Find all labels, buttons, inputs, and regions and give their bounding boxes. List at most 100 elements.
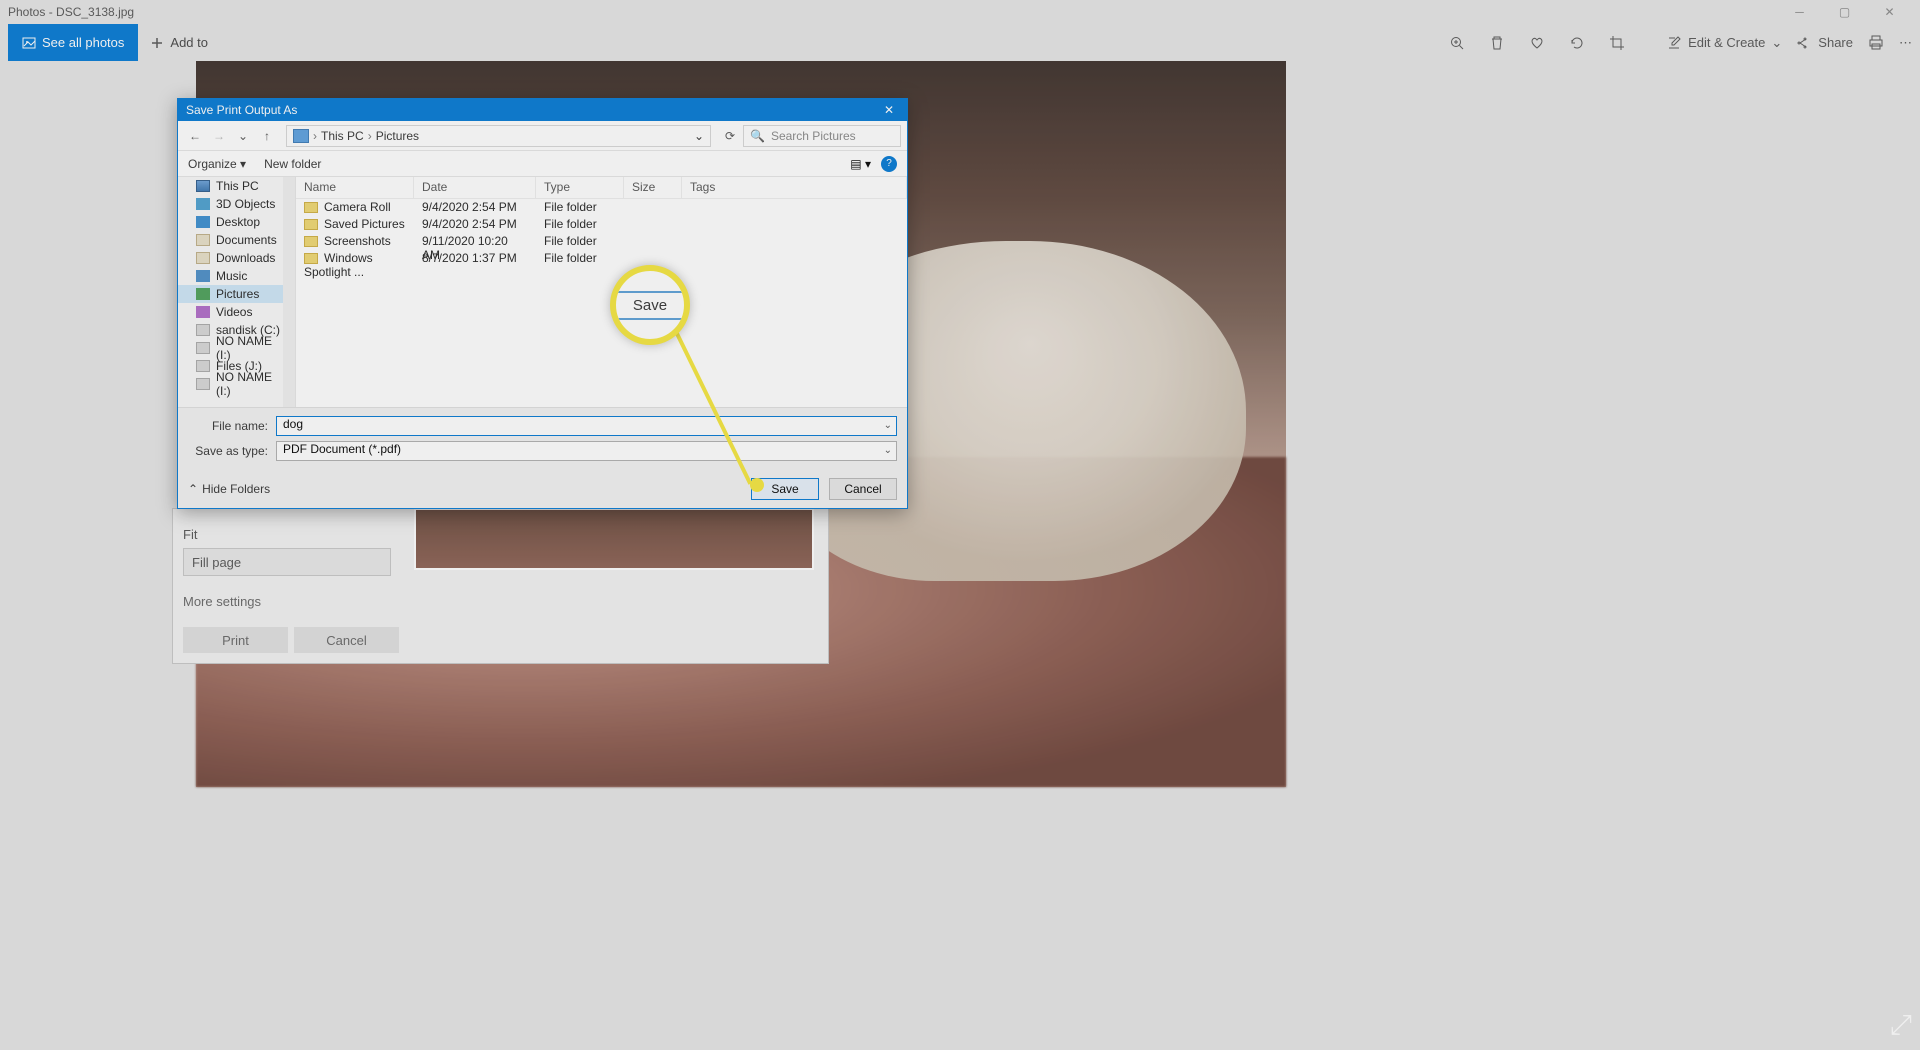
favorite-icon[interactable] <box>1528 34 1546 52</box>
delete-icon[interactable] <box>1488 34 1506 52</box>
crumb-root[interactable]: This PC <box>321 129 364 143</box>
tree-item-icon <box>196 180 210 192</box>
nav-back-icon[interactable]: ← <box>184 125 206 147</box>
tree-item-label: Videos <box>216 305 252 319</box>
print-cancel-button[interactable]: Cancel <box>294 627 399 653</box>
col-date[interactable]: Date <box>414 177 536 198</box>
file-name-input[interactable]: dog⌄ <box>276 416 897 436</box>
rotate-icon[interactable] <box>1568 34 1586 52</box>
tree-item-icon <box>196 360 210 372</box>
fit-select[interactable]: Fill page <box>183 548 391 576</box>
annotation-callout: Save <box>610 265 690 345</box>
hide-folders-button[interactable]: ⌃ Hide Folders <box>188 482 270 496</box>
folder-icon <box>304 253 318 264</box>
see-all-photos-button[interactable]: See all photos <box>8 24 138 61</box>
close-button[interactable]: ✕ <box>1867 0 1912 24</box>
tree-item[interactable]: Pictures <box>178 285 295 303</box>
refresh-icon[interactable]: ⟳ <box>719 125 741 147</box>
dialog-title: Save Print Output As <box>186 103 879 117</box>
table-row[interactable]: Windows Spotlight ...8/7/2020 1:37 PMFil… <box>296 250 907 267</box>
col-type[interactable]: Type <box>536 177 624 198</box>
plus-icon <box>150 36 164 50</box>
tree-item-label: Downloads <box>216 251 275 265</box>
folder-icon <box>304 219 318 230</box>
col-size[interactable]: Size <box>624 177 682 198</box>
nav-tree: This PC 3D Objects Desktop Documents Downloa… <box>178 177 296 407</box>
tree-item-label: Music <box>216 269 247 283</box>
file-list: Name Date Type Size Tags Camera Roll9/4/… <box>296 177 907 407</box>
file-name-label: File name: <box>188 419 276 433</box>
tree-item[interactable]: Videos <box>178 303 295 321</box>
tree-item[interactable]: Music <box>178 267 295 285</box>
tree-item-label: Documents <box>216 233 277 247</box>
tree-item[interactable]: NO NAME (I:) <box>178 375 295 393</box>
nav-up-icon[interactable]: ↑ <box>256 125 278 147</box>
print-icon[interactable] <box>1867 34 1885 52</box>
chevron-down-icon: ⌄ <box>1771 35 1782 51</box>
crumb-dropdown-icon[interactable]: ⌄ <box>694 129 704 143</box>
table-row[interactable]: Saved Pictures9/4/2020 2:54 PMFile folde… <box>296 216 907 233</box>
crop-icon[interactable] <box>1608 34 1626 52</box>
tree-item-label: Desktop <box>216 215 260 229</box>
search-icon: 🔍 <box>750 129 765 143</box>
tree-item[interactable]: 3D Objects <box>178 195 295 213</box>
tree-item-icon <box>196 306 210 318</box>
share-icon <box>1796 35 1812 51</box>
print-button[interactable]: Print <box>183 627 288 653</box>
zoom-icon[interactable] <box>1448 34 1466 52</box>
tree-item[interactable]: NO NAME (I:) <box>178 339 295 357</box>
cancel-button[interactable]: Cancel <box>829 478 897 500</box>
pc-icon <box>293 129 309 143</box>
nav-forward-icon[interactable]: → <box>208 125 230 147</box>
dialog-navbar: ← → ⌄ ↑ › This PC › Pictures ⌄ ⟳ 🔍 Searc… <box>178 121 907 151</box>
edit-create-button[interactable]: Edit & Create ⌄ <box>1666 35 1782 51</box>
search-input[interactable]: 🔍 Search Pictures <box>743 125 901 147</box>
titlebar: Photos - DSC_3138.jpg ─ ▢ ✕ <box>0 0 1920 24</box>
col-name[interactable]: Name <box>296 177 414 198</box>
tree-item[interactable]: This PC <box>178 177 295 195</box>
tree-item-label: This PC <box>216 179 259 193</box>
nav-recent-icon[interactable]: ⌄ <box>232 125 254 147</box>
tree-item-icon <box>196 216 210 228</box>
new-folder-button[interactable]: New folder <box>264 157 321 171</box>
tree-item-label: 3D Objects <box>216 197 275 211</box>
save-type-select[interactable]: PDF Document (*.pdf)⌄ <box>276 441 897 461</box>
add-to-button[interactable]: Add to <box>138 35 220 50</box>
tree-item-label: NO NAME (I:) <box>216 334 289 362</box>
tree-item[interactable]: Documents <box>178 231 295 249</box>
view-mode-icon[interactable]: ▤ ▾ <box>850 157 871 171</box>
organize-menu[interactable]: Organize ▾ <box>188 157 246 171</box>
col-tags[interactable]: Tags <box>682 177 907 198</box>
tree-item-icon <box>196 324 210 336</box>
edit-icon <box>1666 35 1682 51</box>
maximize-button[interactable]: ▢ <box>1822 0 1867 24</box>
tree-item-label: NO NAME (I:) <box>216 370 289 398</box>
breadcrumb[interactable]: › This PC › Pictures ⌄ <box>286 125 711 147</box>
table-row[interactable]: Screenshots9/11/2020 10:20 AMFile folder <box>296 233 907 250</box>
see-all-label: See all photos <box>42 35 124 50</box>
more-settings-link[interactable]: More settings <box>183 594 818 609</box>
edit-create-label: Edit & Create <box>1688 35 1765 50</box>
dialog-close-icon[interactable]: ✕ <box>879 103 899 117</box>
more-icon[interactable]: ⋯ <box>1899 35 1912 51</box>
tree-item[interactable]: Downloads <box>178 249 295 267</box>
tree-item-icon <box>196 198 210 210</box>
tree-item-icon <box>196 288 210 300</box>
tree-item[interactable]: Desktop <box>178 213 295 231</box>
resize-handle-icon[interactable]: ⤢ <box>1890 1009 1912 1042</box>
tree-item-icon <box>196 252 210 264</box>
crumb-folder[interactable]: Pictures <box>376 129 419 143</box>
minimize-button[interactable]: ─ <box>1777 0 1822 24</box>
help-icon[interactable]: ? <box>881 156 897 172</box>
tree-item-icon <box>196 342 210 354</box>
tree-scrollbar[interactable] <box>283 177 295 407</box>
add-to-label: Add to <box>170 35 208 50</box>
collection-icon <box>22 36 36 50</box>
annotation-dot <box>750 478 764 492</box>
print-preview-thumb <box>414 508 814 570</box>
save-dialog: Save Print Output As ✕ ← → ⌄ ↑ › This PC… <box>177 98 908 509</box>
share-button[interactable]: Share <box>1796 35 1853 51</box>
window-title: Photos - DSC_3138.jpg <box>8 5 1777 19</box>
table-row[interactable]: Camera Roll9/4/2020 2:54 PMFile folder <box>296 199 907 216</box>
share-label: Share <box>1818 35 1853 50</box>
